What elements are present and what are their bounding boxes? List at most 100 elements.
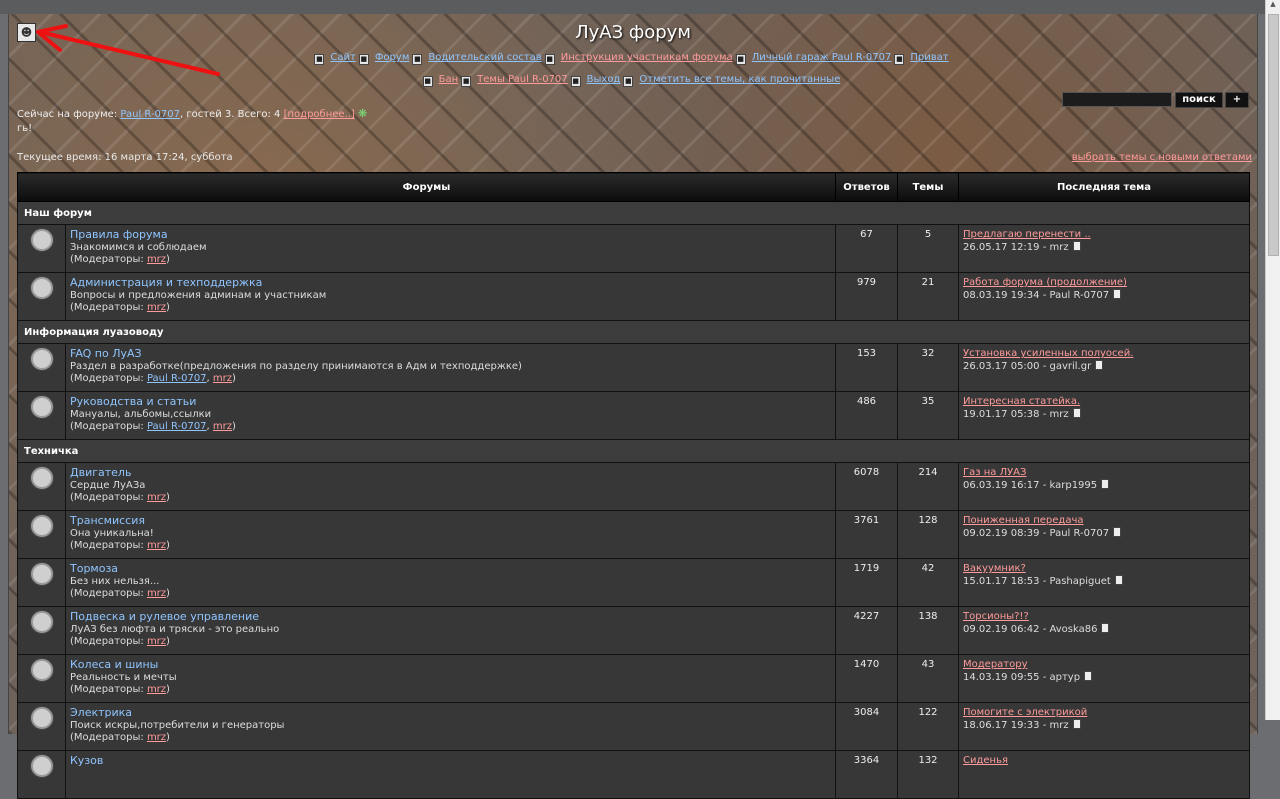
- last-topic-link[interactable]: Сиденья: [963, 755, 1249, 766]
- gear-icon[interactable]: ❋: [358, 107, 367, 120]
- forum-name-link[interactable]: Электрика: [70, 704, 834, 719]
- nav-link[interactable]: Форум: [375, 52, 410, 63]
- nav-link[interactable]: Сайт: [330, 52, 355, 63]
- forum-row: Администрация и техподдержка Вопросы и пр…: [17, 272, 1250, 321]
- forum-name-link[interactable]: Двигатель: [70, 464, 834, 479]
- last-topic-meta-text: 26.05.17 12:19 - mrz: [963, 242, 1069, 253]
- moderator-link[interactable]: mrz: [147, 684, 166, 695]
- moderator-link[interactable]: mrz: [147, 732, 166, 743]
- forum-replies-count: 6078: [835, 462, 898, 511]
- scrollbar-thumb[interactable]: [1268, 14, 1279, 256]
- goto-post-icon[interactable]: [1084, 671, 1093, 681]
- forum-status-icon: [30, 467, 53, 489]
- moderator-link[interactable]: Paul R-0707: [147, 373, 207, 384]
- forum-table: Форумы Ответов Темы Последняя тема Наш ф…: [17, 172, 1250, 799]
- nav-link[interactable]: Бан: [439, 74, 459, 85]
- moderator-link[interactable]: mrz: [147, 636, 166, 647]
- search-input[interactable]: [1062, 92, 1172, 107]
- nav-icon: ■: [894, 54, 905, 65]
- nav-link[interactable]: Отметить все темы, как прочитанные: [639, 74, 840, 85]
- last-topic-link[interactable]: Установка усиленных полуосей.: [963, 348, 1249, 359]
- forum-replies-count: 3364: [835, 750, 898, 799]
- moderator-link[interactable]: mrz: [147, 492, 166, 503]
- last-topic-meta-text: 18.06.17 19:33 - mrz: [963, 720, 1069, 731]
- forum-description: Реальность и мечты: [70, 672, 177, 683]
- last-topic-link[interactable]: Помогите с электрикой: [963, 707, 1249, 718]
- advanced-search-button[interactable]: +: [1225, 92, 1249, 108]
- category-row: Информация луазоводу: [17, 320, 1250, 344]
- goto-post-icon[interactable]: [1095, 360, 1104, 370]
- last-topic-link[interactable]: Пониженная передача: [963, 515, 1249, 526]
- moderator-link[interactable]: mrz: [147, 588, 166, 599]
- nav-link[interactable]: Приват: [910, 52, 948, 63]
- goto-post-icon[interactable]: [1101, 623, 1110, 633]
- forum-row: Правила форума Знакомимся и соблюдаем (Мод…: [17, 224, 1250, 273]
- scrollbar[interactable]: ▲: [1265, 0, 1280, 720]
- last-topic-link[interactable]: Газ на ЛУАЗ: [963, 467, 1249, 478]
- forum-moderators: (Модераторы: mrz): [70, 540, 170, 551]
- goto-post-icon[interactable]: [1114, 575, 1123, 585]
- moderators-label: (Модераторы:: [70, 421, 144, 432]
- forum-name-link[interactable]: Кузов: [70, 752, 834, 767]
- moderators-label: (Модераторы:: [70, 732, 144, 743]
- forum-topics-count: 32: [897, 343, 959, 392]
- last-topic-meta-text: 06.03.19 16:17 - karp1995: [963, 480, 1098, 491]
- last-topic-meta: 18.06.17 19:33 - mrz: [963, 719, 1249, 731]
- forum-name-link[interactable]: FAQ по ЛуАЗ: [70, 345, 834, 360]
- category-title: Наш форум: [17, 201, 1250, 225]
- scroll-up-icon[interactable]: ▲: [1266, 0, 1280, 12]
- moderators-label: (Модераторы:: [70, 636, 144, 647]
- goto-post-icon[interactable]: [1113, 289, 1122, 299]
- moderators-label: (Модераторы:: [70, 540, 144, 551]
- moderators-label: (Модераторы:: [70, 684, 144, 695]
- forum-name-link[interactable]: Руководства и статьи: [70, 393, 834, 408]
- last-topic-link[interactable]: Вакуумник?: [963, 563, 1249, 574]
- nav-link[interactable]: Выход: [587, 74, 621, 85]
- forum-description: Сердце ЛуАЗа: [70, 480, 146, 491]
- current-time: Текущее время: 16 марта 17:24, суббота: [17, 152, 233, 163]
- forum-name-link[interactable]: Правила форума: [70, 226, 834, 241]
- forum-row: Тормоза Без них нельзя... (Модераторы: mrz…: [17, 558, 1250, 607]
- forum-row: Электрика Поиск искры,потребители и генер…: [17, 702, 1250, 751]
- last-topic-meta: 19.01.17 05:38 - mrz: [963, 408, 1249, 420]
- last-topic-link[interactable]: Модератору: [963, 659, 1249, 670]
- last-topic-link[interactable]: Работа форума (продолжение): [963, 277, 1249, 288]
- moderator-link[interactable]: mrz: [147, 302, 166, 313]
- goto-post-icon[interactable]: [1101, 479, 1110, 489]
- moderator-link[interactable]: mrz: [147, 540, 166, 551]
- last-topic-link[interactable]: Интересная статейка.: [963, 396, 1249, 407]
- online-line2: гь!: [17, 123, 33, 134]
- forum-row: FAQ по ЛуАЗ Раздел в разработке(предложен…: [17, 343, 1250, 392]
- nav-link[interactable]: Инструкция участникам форума: [561, 52, 733, 63]
- nav-link[interactable]: Водительский состав: [428, 52, 541, 63]
- new-topics-link[interactable]: выбрать темы с новыми ответами: [1072, 152, 1252, 163]
- moderator-link[interactable]: mrz: [213, 421, 232, 432]
- forum-name-link[interactable]: Подвеска и рулевое управление: [70, 608, 834, 623]
- nav-link[interactable]: Темы Paul R-0707: [477, 74, 567, 85]
- last-topic-link[interactable]: Торсионы?!?: [963, 611, 1249, 622]
- goto-post-icon[interactable]: [1072, 719, 1081, 729]
- forum-name-link[interactable]: Трансмиссия: [70, 512, 834, 527]
- moderator-link[interactable]: mrz: [147, 254, 166, 265]
- moderators-label: (Модераторы:: [70, 373, 144, 384]
- forum-name-link[interactable]: Колеса и шины: [70, 656, 834, 671]
- last-topic-link[interactable]: Предлагаю перенести ..: [963, 229, 1249, 240]
- goto-post-icon[interactable]: [1072, 241, 1081, 251]
- moderators-label: (Модераторы:: [70, 588, 144, 599]
- forum-name-link[interactable]: Администрация и техподдержка: [70, 274, 834, 289]
- moderators-label: (Модераторы:: [70, 302, 144, 313]
- moderators-label: (Модераторы:: [70, 254, 144, 265]
- online-user-link[interactable]: Paul R-0707: [120, 109, 180, 120]
- moderator-link[interactable]: Paul R-0707: [147, 421, 207, 432]
- moderator-link[interactable]: mrz: [213, 373, 232, 384]
- goto-post-icon[interactable]: [1113, 527, 1122, 537]
- nav-link[interactable]: Личный гараж Paul R-0707: [752, 52, 892, 63]
- goto-post-icon[interactable]: [1072, 408, 1081, 418]
- last-topic-meta: 08.03.19 19:34 - Paul R-0707: [963, 289, 1249, 301]
- forum-name-link[interactable]: Тормоза: [70, 560, 834, 575]
- forum-topics-count: 122: [897, 702, 959, 751]
- header-last-topic: Последняя тема: [958, 172, 1250, 202]
- forum-topics-count: 128: [897, 510, 959, 559]
- search-button[interactable]: поиск: [1175, 92, 1223, 108]
- online-more-link[interactable]: [подробнее..]: [284, 109, 355, 120]
